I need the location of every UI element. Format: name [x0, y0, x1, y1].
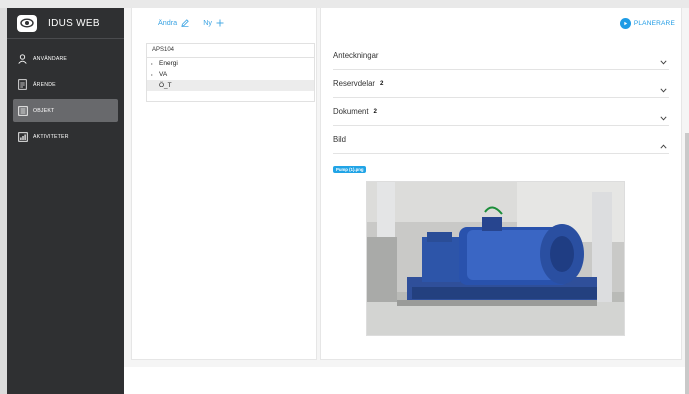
- new-button[interactable]: Ny: [203, 18, 224, 27]
- tree-item-o-t[interactable]: Ö_T: [147, 80, 314, 91]
- plus-icon: [216, 19, 224, 27]
- tree-item-label: VA: [159, 71, 168, 78]
- brand[interactable]: IDUS WEB: [7, 8, 124, 38]
- tree-item-label: Ö_T: [159, 82, 172, 89]
- chevron-down-icon[interactable]: [660, 108, 667, 126]
- tree-item-va[interactable]: ▸ VA: [147, 69, 314, 80]
- sidebar-item-label: ANVÄNDARE: [33, 55, 68, 62]
- sidebar-item-anvandare[interactable]: ANVÄNDARE: [13, 47, 118, 70]
- chevron-down-icon[interactable]: [660, 52, 667, 70]
- main-area: Ändra Ny APS104 ▸ Energi ▸ VA Ö_T PLANER…: [124, 8, 689, 394]
- chevron-up-icon[interactable]: [660, 136, 667, 154]
- chart-icon: [17, 131, 28, 143]
- object-tree: APS104 ▸ Energi ▸ VA Ö_T: [146, 43, 315, 102]
- document-icon: [17, 79, 28, 91]
- sidebar-item-aktiviteter[interactable]: AKTIVITETER: [13, 125, 118, 148]
- play-icon: [619, 18, 631, 29]
- sidebar-item-arende[interactable]: ÄRENDE: [13, 73, 118, 96]
- planerare-label: PLANERARE: [633, 20, 675, 27]
- sidebar: IDUS WEB ANVÄNDARE ÄRENDE OBJEKT AKTIVIT…: [7, 8, 124, 394]
- sidebar-item-label: AKTIVITETER: [33, 133, 69, 140]
- new-button-label: Ny: [203, 18, 212, 27]
- image-filename-badge[interactable]: Pump (1).png: [333, 166, 367, 173]
- pencil-icon: [181, 18, 189, 27]
- accordion-title: Bild: [333, 135, 347, 144]
- edit-button[interactable]: Ändra: [158, 18, 189, 27]
- pump-photo[interactable]: [366, 181, 625, 336]
- chevron-down-icon[interactable]: [660, 80, 667, 98]
- app-title: IDUS WEB: [48, 17, 100, 29]
- accordion-title: Reservdelar: [333, 79, 376, 88]
- tree-root[interactable]: APS104: [147, 44, 314, 58]
- accordion-reservdelar[interactable]: Reservdelar 2: [333, 70, 669, 98]
- top-strip: [0, 0, 689, 8]
- eye-logo-icon: [17, 14, 37, 32]
- accordion-anteckningar[interactable]: Anteckningar: [333, 42, 669, 70]
- caret-right-icon[interactable]: ▸: [151, 72, 159, 77]
- tree-item-energi[interactable]: ▸ Energi: [147, 58, 314, 69]
- accordion-count: 2: [373, 108, 377, 115]
- accordion-title: Anteckningar: [333, 51, 379, 60]
- tree-item-label: Energi: [159, 60, 178, 67]
- object-list-icon: [17, 105, 28, 117]
- accordion-count: 2: [380, 80, 384, 87]
- sidebar-item-label: ÄRENDE: [33, 81, 56, 88]
- tree-toolbar: Ändra Ny: [158, 18, 224, 27]
- user-icon: [17, 53, 28, 65]
- accordion-title: Dokument: [333, 107, 369, 116]
- planerare-button[interactable]: PLANERARE: [619, 18, 675, 29]
- object-tree-panel: Ändra Ny APS104 ▸ Energi ▸ VA Ö_T: [131, 8, 317, 360]
- caret-right-icon[interactable]: ▸: [151, 61, 159, 66]
- sidebar-item-label: OBJEKT: [33, 107, 55, 114]
- object-detail-panel: PLANERARE Anteckningar Reservdelar 2 Dok…: [320, 8, 682, 360]
- divider: [7, 38, 124, 39]
- edit-button-label: Ändra: [158, 18, 178, 27]
- accordion-bild[interactable]: Bild: [333, 126, 669, 154]
- accordion-dokument[interactable]: Dokument 2: [333, 98, 669, 126]
- sidebar-item-objekt[interactable]: OBJEKT: [13, 99, 118, 122]
- scrollbar[interactable]: [685, 133, 689, 394]
